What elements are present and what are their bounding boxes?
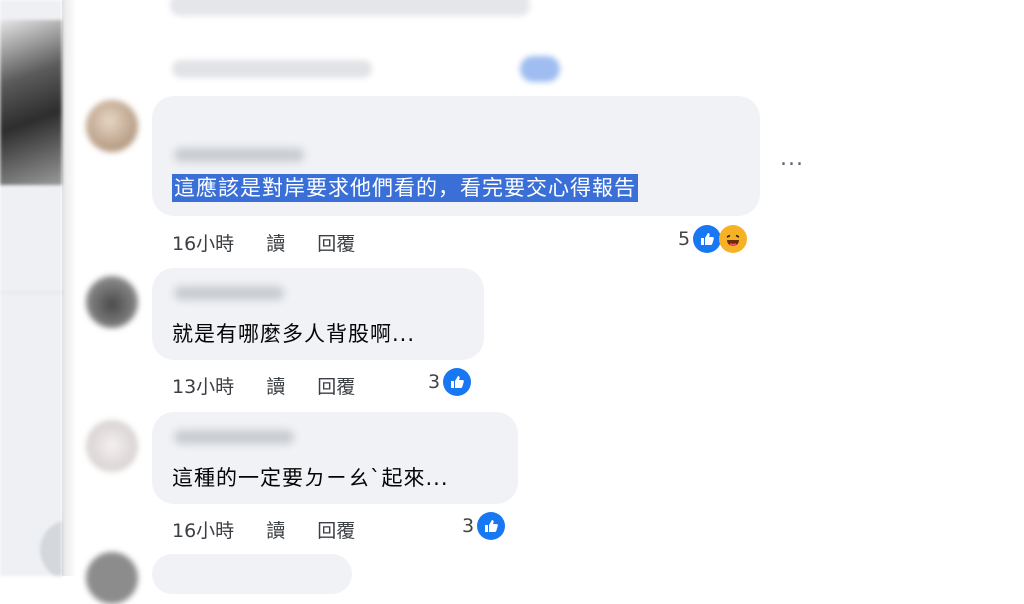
- comment-bubble: 這種的一定要ㄉㄧㄠˋ起來...: [152, 412, 518, 504]
- reaction-summary[interactable]: 5: [678, 225, 748, 253]
- like-icon: [443, 368, 472, 396]
- read-link[interactable]: 讀: [266, 520, 285, 542]
- blurred-author-name[interactable]: [174, 286, 284, 300]
- reaction-summary[interactable]: 3: [462, 512, 506, 540]
- reply-link[interactable]: 回覆: [317, 376, 355, 398]
- comment-text: 這種的一定要ㄉㄧㄠˋ起來...: [172, 466, 449, 490]
- reaction-count: 3: [428, 371, 441, 393]
- avatar[interactable]: [86, 420, 138, 472]
- comment-meta: 16小時 讀 回覆: [172, 229, 381, 256]
- blurred-previous-like: [520, 56, 560, 82]
- reply-link[interactable]: 回覆: [317, 520, 355, 542]
- left-background-panel: [0, 0, 62, 576]
- blurred-author-name[interactable]: [174, 148, 304, 162]
- comment-time[interactable]: 16小時: [172, 520, 234, 542]
- selected-text: 這應該是對岸要求他們看的，看完要交心得報告: [172, 174, 638, 202]
- blurred-author-name[interactable]: [174, 430, 294, 444]
- read-link[interactable]: 讀: [266, 233, 285, 255]
- comment-text: 就是有哪麼多人背股啊...: [172, 322, 416, 346]
- more-options-icon[interactable]: ...: [780, 146, 804, 171]
- comment-time[interactable]: 16小時: [172, 233, 234, 255]
- like-icon: [693, 225, 722, 253]
- comment-text: 這應該是對岸要求他們看的，看完要交心得報告: [172, 172, 638, 202]
- reply-link[interactable]: 回覆: [317, 233, 355, 255]
- panel-shadow: [62, 0, 76, 576]
- comment-time[interactable]: 13小時: [172, 376, 234, 398]
- like-icon: [477, 512, 506, 540]
- reaction-count: 5: [678, 228, 691, 250]
- blurred-photo: [0, 20, 62, 185]
- comment-bubble: 這應該是對岸要求他們看的，看完要交心得報告: [152, 96, 760, 216]
- reaction-summary[interactable]: 3: [428, 368, 472, 396]
- haha-icon: [719, 225, 748, 253]
- avatar[interactable]: [86, 552, 138, 604]
- blurred-circle: [40, 520, 62, 576]
- avatar[interactable]: [86, 100, 138, 152]
- divider: [0, 292, 62, 293]
- comment-bubble: 就是有哪麼多人背股啊...: [152, 268, 484, 360]
- comment-meta: 16小時 讀 回覆: [172, 516, 381, 543]
- read-link[interactable]: 讀: [266, 376, 285, 398]
- reaction-count: 3: [462, 515, 475, 537]
- blurred-previous-comment: [170, 0, 530, 16]
- comment-bubble: [152, 554, 352, 594]
- comment-meta: 13小時 讀 回覆: [172, 372, 381, 399]
- blurred-text-1: [0, 190, 7, 215]
- avatar[interactable]: [86, 276, 138, 328]
- blurred-previous-meta: [172, 60, 372, 78]
